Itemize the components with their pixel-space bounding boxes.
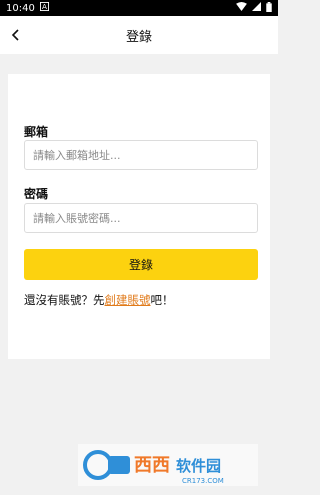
svg-text:A: A	[42, 2, 47, 11]
email-field[interactable]	[24, 140, 258, 170]
login-card: 郵箱 密碼 登錄 還沒有賬號？先創建賬號吧！	[8, 74, 270, 359]
page-title: 登錄	[125, 29, 152, 45]
watermark: 西西 软件园 CR173.COM	[78, 444, 258, 486]
notification-icon: A	[39, 2, 49, 14]
create-account-link[interactable]: 創建賬號	[105, 293, 151, 307]
back-button[interactable]	[6, 25, 26, 45]
signal-icon	[252, 2, 261, 14]
login-button[interactable]: 登錄	[24, 249, 258, 280]
clock: 10:40	[6, 2, 35, 14]
password-field[interactable]	[24, 203, 258, 233]
svg-text:软件园: 软件园	[176, 457, 221, 475]
battery-icon	[266, 1, 272, 15]
status-bar: 10:40 A	[0, 0, 278, 16]
svg-text:西西: 西西	[134, 455, 170, 476]
password-label: 密碼	[24, 187, 49, 201]
wifi-icon	[236, 2, 247, 14]
watermark-logo: 西西 软件园 CR173.COM	[83, 450, 224, 485]
register-prefix: 還沒有賬號？先	[24, 293, 105, 307]
app-bar: 登錄	[0, 16, 278, 54]
register-suffix: 吧！	[150, 293, 174, 307]
register-prompt: 還沒有賬號？先創建賬號吧！	[24, 292, 174, 308]
svg-text:CR173.COM: CR173.COM	[182, 477, 224, 485]
chevron-left-icon	[11, 26, 21, 45]
email-label: 郵箱	[24, 125, 49, 139]
